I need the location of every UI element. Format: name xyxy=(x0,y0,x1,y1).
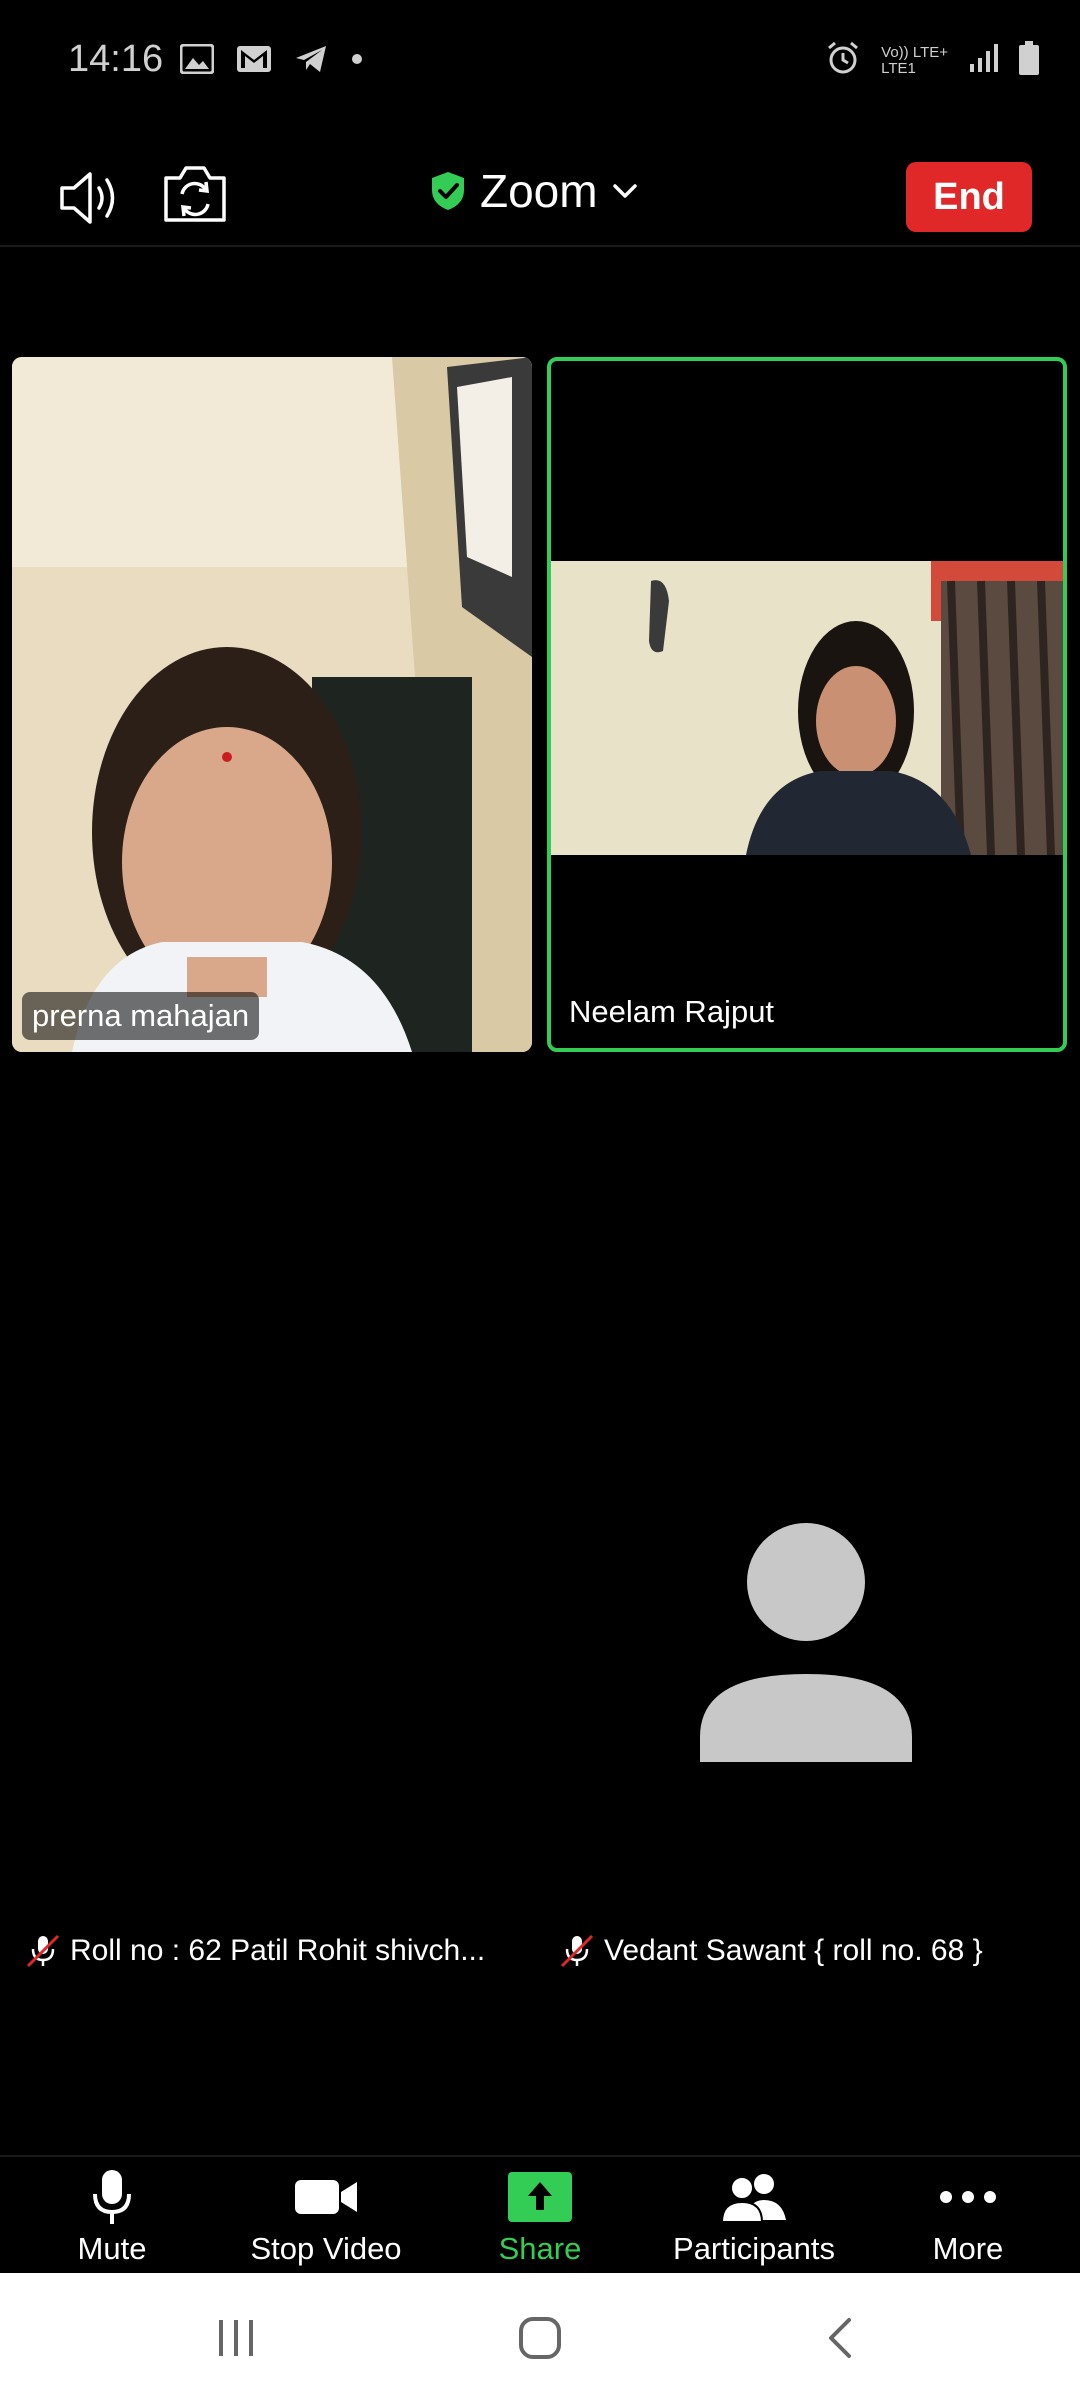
alarm-icon xyxy=(825,40,861,81)
stop-video-label: Stop Video xyxy=(250,2231,402,2266)
switch-camera-button[interactable] xyxy=(162,164,228,224)
video-camera-icon xyxy=(295,2180,357,2214)
meeting-top-bar: Zoom End xyxy=(0,140,1080,247)
mic-muted-icon xyxy=(26,1934,60,1968)
participant-name: Vedant Sawant { roll no. 68 } xyxy=(604,1934,983,1967)
participants-icon xyxy=(720,2174,786,2222)
participant-name: Roll no : 62 Patil Rohit shivch... xyxy=(70,1934,486,1967)
mute-label: Mute xyxy=(77,2231,147,2266)
network-label-top: Vo)) LTE+ xyxy=(881,43,948,61)
more-dots-icon xyxy=(940,2191,996,2203)
home-icon xyxy=(519,2317,561,2359)
share-upload-icon xyxy=(508,2172,572,2222)
signal-icon xyxy=(968,42,998,79)
security-shield-icon xyxy=(432,172,464,210)
switch-camera-icon xyxy=(164,166,226,222)
network-label-bottom: LTE1 xyxy=(881,59,916,77)
chevron-down-icon xyxy=(612,184,637,198)
status-right-icons: Vo)) LTE+ LTE1 xyxy=(825,40,1040,81)
speaker-icon xyxy=(60,172,115,224)
video-tile-prerna[interactable]: prerna mahajan xyxy=(12,357,532,1052)
recent-apps-button[interactable] xyxy=(196,2308,276,2368)
muted-participant-label: Vedant Sawant { roll no. 68 } xyxy=(558,1932,983,1970)
gmail-icon xyxy=(236,44,272,79)
volte-lte-icon: Vo)) LTE+ LTE1 xyxy=(881,43,948,77)
participant-name-tag: prerna mahajan xyxy=(22,992,260,1040)
dot-icon xyxy=(350,52,364,71)
muted-participant-label: Roll no : 62 Patil Rohit shivch... xyxy=(24,1932,485,1970)
participants-label: Participants xyxy=(673,2231,835,2266)
gallery-icon xyxy=(179,43,215,79)
status-bar: 14:16 Vo)) LTE+ LTE1 xyxy=(0,0,1080,120)
recent-apps-icon xyxy=(219,2320,253,2356)
android-nav-bar xyxy=(0,2273,1080,2400)
end-meeting-button[interactable]: End xyxy=(906,162,1032,232)
more-label: More xyxy=(932,2231,1004,2266)
microphone-icon xyxy=(93,2170,131,2224)
participant-name-tag: Neelam Rajput xyxy=(569,994,775,1029)
back-chevron-icon xyxy=(829,2318,851,2358)
speaker-button[interactable] xyxy=(58,170,124,226)
meeting-title-dropdown[interactable]: Zoom xyxy=(430,164,638,218)
battery-icon xyxy=(1018,40,1040,81)
share-button[interactable]: Share xyxy=(440,2169,640,2267)
participant-video-feed xyxy=(551,561,1063,855)
more-button[interactable]: More xyxy=(868,2169,1068,2267)
share-label: Share xyxy=(498,2231,582,2266)
video-tile-neelam[interactable]: Neelam Rajput xyxy=(547,357,1067,1052)
mute-button[interactable]: Mute xyxy=(12,2169,212,2267)
mic-muted-icon xyxy=(560,1934,594,1968)
telegram-icon xyxy=(294,44,328,79)
meeting-title: Zoom xyxy=(480,165,598,217)
status-time: 14:16 xyxy=(68,38,164,80)
home-button[interactable] xyxy=(500,2308,580,2368)
back-button[interactable] xyxy=(800,2308,880,2368)
status-left-icons xyxy=(179,43,364,79)
meeting-toolbar: Mute Stop Video Share Participants More xyxy=(0,2155,1080,2275)
avatar-placeholder-icon xyxy=(700,1522,912,1762)
zoom-meeting-screen: 14:16 Vo)) LTE+ LTE1 Zoom End prerna mah… xyxy=(0,0,1080,2400)
participants-button[interactable]: Participants xyxy=(654,2169,854,2267)
stop-video-button[interactable]: Stop Video xyxy=(226,2169,426,2267)
participant-video-feed xyxy=(12,357,532,1052)
